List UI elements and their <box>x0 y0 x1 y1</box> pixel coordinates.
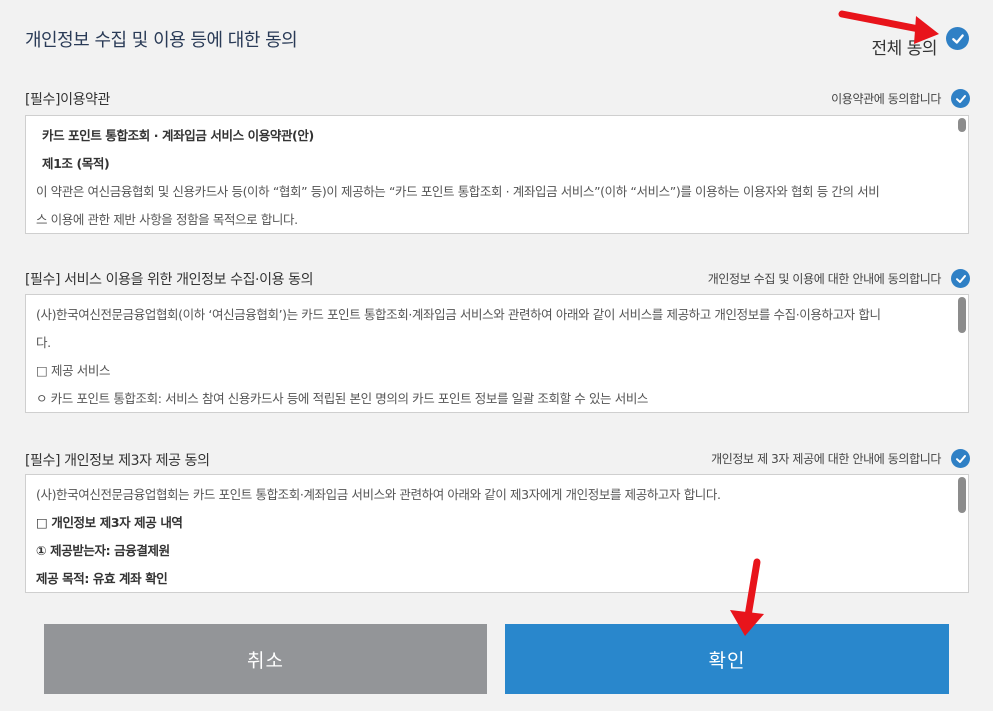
terms-text-line: 이 약관은 여신금융협회 및 신용카드사 등(이하 “협회” 등)이 제공하는 … <box>36 184 880 199</box>
page-title: 개인정보 수집 및 이용 등에 대한 동의 <box>25 30 298 51</box>
terms-agree-label: 이용약관에 동의합니다 <box>831 92 941 106</box>
third-party-subheading: □ 개인정보 제3자 제공 내역 <box>36 515 183 530</box>
scrollbar-thumb[interactable] <box>958 297 966 333</box>
check-icon <box>955 454 966 463</box>
privacy-collect-textbox[interactable]: (사)한국여신전문금융업협회(이하 ‘여신금융협회’)는 카드 포인트 통합조회… <box>25 294 969 413</box>
third-party-textbox[interactable]: (사)한국여신전문금융업협회는 카드 포인트 통합조회·계좌입금 서비스와 관련… <box>25 474 969 593</box>
privacy-collect-text-line: 다. <box>36 335 51 350</box>
terms-textbox[interactable]: 카드 포인트 통합조회 · 계좌입금 서비스 이용약관(안) 제1조 (목적) … <box>25 115 969 234</box>
terms-text-line: 스 이용에 관한 제반 사항을 정함을 목적으로 합니다. <box>36 212 298 227</box>
third-party-agree-label: 개인정보 제 3자 제공에 대한 안내에 동의합니다 <box>711 452 941 466</box>
privacy-collect-text-line: ㅇ 카드 포인트 통합조회: 서비스 참여 신용카드사 등에 적립된 본인 명의… <box>36 391 649 406</box>
third-party-purpose: 제공 목적: 유효 계좌 확인 <box>36 571 168 586</box>
check-icon <box>955 94 966 103</box>
check-icon <box>951 33 964 44</box>
all-agree-checkbox[interactable] <box>946 27 969 50</box>
confirm-button[interactable]: 확인 <box>505 624 949 694</box>
privacy-collect-agree-label: 개인정보 수집 및 이용에 대한 안내에 동의합니다 <box>707 272 942 286</box>
privacy-collect-agree-checkbox[interactable] <box>951 269 970 288</box>
terms-agree-checkbox[interactable] <box>951 89 970 108</box>
scrollbar-thumb[interactable] <box>958 118 966 132</box>
terms-heading: 카드 포인트 통합조회 · 계좌입금 서비스 이용약관(안) <box>42 128 314 143</box>
section-title-third-party: [필수] 개인정보 제3자 제공 동의 <box>25 453 210 469</box>
privacy-collect-text-line: (사)한국여신전문금융업협회(이하 ‘여신금융협회’)는 카드 포인트 통합조회… <box>36 307 881 322</box>
check-icon <box>955 274 966 283</box>
section-title-terms: [필수]이용약관 <box>25 92 111 108</box>
cancel-button[interactable]: 취소 <box>44 624 487 694</box>
all-agree-label: 전체 동의 <box>871 39 938 59</box>
privacy-collect-text-line: □ 제공 서비스 <box>36 363 111 378</box>
section-title-privacy-collect: [필수] 서비스 이용을 위한 개인정보 수집·이용 동의 <box>25 272 314 288</box>
third-party-agree-checkbox[interactable] <box>951 449 970 468</box>
third-party-text-line: (사)한국여신전문금융업협회는 카드 포인트 통합조회·계좌입금 서비스와 관련… <box>36 487 721 502</box>
terms-article-title: 제1조 (목적) <box>42 156 110 171</box>
third-party-recipient: ① 제공받는자: 금융결제원 <box>36 543 170 558</box>
scrollbar-thumb[interactable] <box>958 477 966 513</box>
